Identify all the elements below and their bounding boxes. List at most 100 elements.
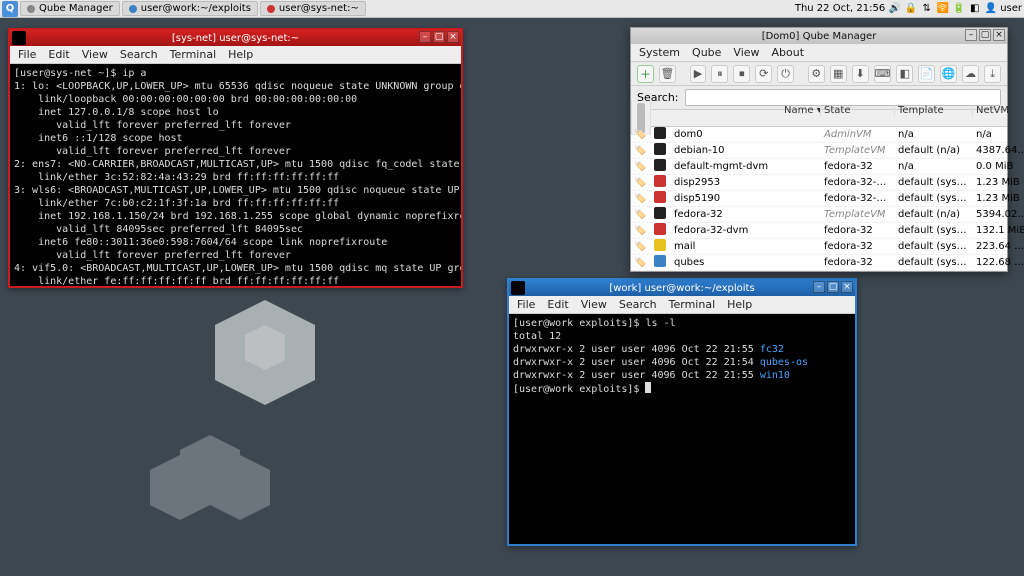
table-row[interactable]: 🏷️qubesfedora-32default (sys-firewall)12… bbox=[631, 255, 1007, 271]
start-button[interactable]: ▶ bbox=[690, 65, 707, 83]
minimize-button[interactable]: – bbox=[419, 31, 431, 43]
user-icon[interactable]: 👤 bbox=[984, 2, 997, 15]
vm-netvm: default (n/a) bbox=[895, 145, 973, 156]
menu-file[interactable]: File bbox=[18, 48, 36, 61]
dir-name: qubes-os bbox=[760, 357, 808, 368]
global-settings-button[interactable]: 🌐 bbox=[940, 65, 957, 83]
volume-icon[interactable]: 🔊 bbox=[888, 2, 901, 15]
col-state[interactable]: State bbox=[821, 105, 895, 116]
menu-terminal[interactable]: Terminal bbox=[170, 48, 217, 61]
menu-terminal[interactable]: Terminal bbox=[669, 298, 716, 311]
shutdown-button[interactable]: ⏹ bbox=[733, 65, 750, 83]
task-qube-manager[interactable]: Qube Manager bbox=[20, 1, 120, 16]
output-line: total 12 bbox=[513, 331, 561, 342]
update-button[interactable]: ⬇ bbox=[852, 65, 869, 83]
titlebar[interactable]: [sys-net] user@sys-net:~ – ▢ × bbox=[10, 30, 461, 46]
apps-button[interactable]: ▦ bbox=[830, 65, 847, 83]
task-work-terminal[interactable]: user@work:~/exploits bbox=[122, 1, 258, 16]
terminal-output: 1: lo: <LOOPBACK,UP,LOWER_UP> mtu 65536 … bbox=[14, 81, 461, 286]
vm-template: fedora-32 bbox=[821, 225, 895, 236]
vm-color-icon bbox=[651, 191, 671, 206]
backup-button[interactable]: ☁ bbox=[962, 65, 979, 83]
menubar: File Edit View Search Terminal Help bbox=[509, 296, 855, 314]
menu-view[interactable]: View bbox=[82, 48, 108, 61]
delete-qube-button[interactable]: 🗑 bbox=[659, 65, 676, 83]
menu-edit[interactable]: Edit bbox=[48, 48, 69, 61]
table-row[interactable]: 🏷️fedora-32TemplateVMdefault (n/a)5394.0… bbox=[631, 207, 1007, 223]
restart-button[interactable]: ⟳ bbox=[755, 65, 772, 83]
menu-system[interactable]: System bbox=[639, 46, 680, 59]
menu-view[interactable]: View bbox=[733, 46, 759, 59]
battery-icon[interactable]: 🔋 bbox=[952, 2, 965, 15]
vm-disk: 5394.02 MiB bbox=[973, 209, 1024, 220]
vm-disk: 1.23 MiB bbox=[973, 193, 1024, 204]
close-button[interactable]: × bbox=[447, 31, 459, 43]
status-icon: 🏷️ bbox=[631, 145, 651, 156]
restore-button[interactable]: ⤓ bbox=[984, 65, 1001, 83]
user-label[interactable]: user bbox=[1000, 3, 1022, 14]
window-title: [sys-net] user@sys-net:~ bbox=[172, 33, 299, 44]
log-button[interactable]: 📄 bbox=[918, 65, 935, 83]
maximize-button[interactable]: ▢ bbox=[979, 29, 991, 41]
menu-file[interactable]: File bbox=[517, 298, 535, 311]
table-row[interactable]: 🏷️mailfedora-32default (sys-firewall)223… bbox=[631, 239, 1007, 255]
terminal-body[interactable]: [user@work exploits]$ ls -l total 12 drw… bbox=[509, 314, 855, 544]
close-button[interactable]: × bbox=[993, 29, 1005, 41]
minimize-button[interactable]: – bbox=[813, 281, 825, 293]
menu-qube[interactable]: Qube bbox=[692, 46, 721, 59]
terminal-body[interactable]: [user@sys-net ~]$ ip a 1: lo: <LOOPBACK,… bbox=[10, 64, 461, 286]
titlebar[interactable]: [Dom0] Qube Manager – ▢ × bbox=[631, 28, 1007, 44]
col-template[interactable]: Template bbox=[895, 105, 973, 116]
qubes-tray-icon[interactable]: ◧ bbox=[968, 2, 981, 15]
pause-button[interactable]: ⏸ bbox=[711, 65, 728, 83]
table-row[interactable]: 🏷️disp2953fedora-32-dvmdefault (sys-fire… bbox=[631, 175, 1007, 191]
dir-name: win10 bbox=[760, 370, 790, 381]
keyboard-button[interactable]: ⌨ bbox=[874, 65, 892, 83]
col-netvm[interactable]: NetVM bbox=[973, 105, 1024, 116]
vm-name: default-mgmt-dvm bbox=[671, 161, 781, 172]
cube-icon bbox=[267, 5, 275, 13]
menu-search[interactable]: Search bbox=[619, 298, 657, 311]
usb-icon[interactable]: ⇅ bbox=[920, 2, 933, 15]
table-row[interactable]: 🏷️disp5190fedora-32-dvmdefault (sys-fire… bbox=[631, 191, 1007, 207]
maximize-button[interactable]: ▢ bbox=[827, 281, 839, 293]
window-icon bbox=[12, 31, 26, 45]
menu-search[interactable]: Search bbox=[120, 48, 158, 61]
prompt: [user@work exploits]$ bbox=[513, 384, 645, 395]
cube-icon bbox=[27, 5, 35, 13]
menu-view[interactable]: View bbox=[581, 298, 607, 311]
clock[interactable]: Thu 22 Oct, 21:56 bbox=[795, 3, 885, 14]
lock-icon[interactable]: 🔒 bbox=[904, 2, 917, 15]
titlebar[interactable]: [work] user@work:~/exploits – ▢ × bbox=[509, 280, 855, 296]
menu-about[interactable]: About bbox=[772, 46, 805, 59]
command: ls -l bbox=[645, 318, 675, 329]
new-qube-button[interactable]: ＋ bbox=[637, 65, 654, 83]
task-sysnet-terminal[interactable]: user@sys-net:~ bbox=[260, 1, 366, 16]
menu-help[interactable]: Help bbox=[727, 298, 752, 311]
network-icon[interactable]: 🛜 bbox=[936, 2, 949, 15]
table-row[interactable]: 🏷️dom0AdminVMn/an/a bbox=[631, 127, 1007, 143]
output-line: drwxrwxr-x 2 user user 4096 Oct 22 21:54 bbox=[513, 357, 760, 368]
kill-button[interactable]: ⏻ bbox=[777, 65, 794, 83]
table-row[interactable]: 🏷️debian-10TemplateVMdefault (n/a)4387.6… bbox=[631, 143, 1007, 159]
desktop-logo bbox=[140, 290, 340, 520]
status-icon: 🏷️ bbox=[631, 129, 651, 140]
template-button[interactable]: ◧ bbox=[896, 65, 913, 83]
table-row[interactable]: 🏷️fedora-32-dvmfedora-32default (sys-fir… bbox=[631, 223, 1007, 239]
menu-help[interactable]: Help bbox=[228, 48, 253, 61]
minimize-button[interactable]: – bbox=[965, 29, 977, 41]
col-name[interactable]: Name ▾ bbox=[781, 105, 821, 116]
app-launcher[interactable]: Q bbox=[2, 1, 18, 17]
vm-color-icon bbox=[651, 127, 671, 142]
settings-button[interactable]: ⚙ bbox=[808, 65, 825, 83]
menu-edit[interactable]: Edit bbox=[547, 298, 568, 311]
table-row[interactable]: 🏷️default-mgmt-dvmfedora-32n/a0.0 MiBYes bbox=[631, 159, 1007, 175]
vm-template: TemplateVM bbox=[821, 145, 895, 156]
terminal-window-work: [work] user@work:~/exploits – ▢ × File E… bbox=[507, 278, 857, 546]
vm-color-icon bbox=[651, 159, 671, 174]
close-button[interactable]: × bbox=[841, 281, 853, 293]
status-icon: 🏷️ bbox=[631, 225, 651, 236]
maximize-button[interactable]: ▢ bbox=[433, 31, 445, 43]
vm-color-icon bbox=[651, 223, 671, 238]
search-input[interactable] bbox=[685, 89, 1002, 106]
